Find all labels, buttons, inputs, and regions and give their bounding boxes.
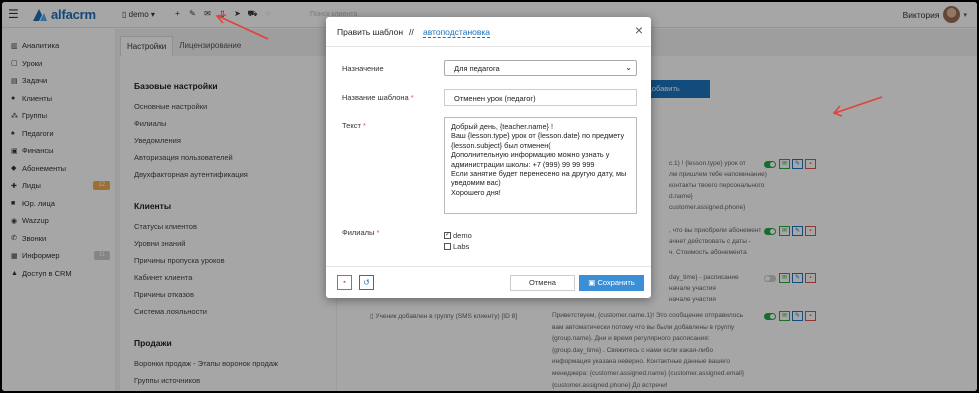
branch-checkbox-demo[interactable]: ✓ demo — [444, 230, 472, 241]
template-text-area[interactable]: Добрый день, {teacher.name} ! Ваш {lesso… — [444, 117, 637, 214]
required-mark: * — [376, 228, 380, 237]
save-button[interactable]: ▣ Сохранить — [579, 275, 644, 291]
branches-checkboxes: ✓ demo Labs — [444, 230, 472, 252]
purpose-select[interactable]: Для педагога ⌄ — [444, 60, 637, 76]
cancel-button[interactable]: Отмена — [510, 275, 575, 291]
branch-checkbox-labs[interactable]: Labs — [444, 241, 472, 252]
close-icon[interactable]: × — [635, 22, 643, 38]
text-label: Текст * — [342, 121, 366, 130]
save-icon: ▣ — [588, 278, 596, 287]
modal-title: Править шаблон — [337, 27, 404, 37]
name-label: Название шаблона * — [342, 93, 414, 102]
required-mark: * — [410, 93, 414, 102]
annotation-arrow-top — [215, 14, 269, 40]
chevron-down-icon: ⌄ — [625, 63, 632, 72]
purpose-value: Для педагога — [454, 64, 500, 73]
title-separator: // — [409, 27, 414, 37]
modal-footer: ▪ ↺ Отмена ▣ Сохранить — [326, 266, 651, 298]
checkbox-empty-icon — [444, 243, 451, 250]
required-mark: * — [362, 121, 366, 130]
modal-header: Править шаблон // автоподстановка × — [326, 17, 651, 47]
delete-button[interactable]: ▪ — [337, 275, 352, 290]
template-name-field[interactable]: Отменен урок (педагог) — [444, 89, 637, 106]
branches-label: Филиалы * — [342, 228, 380, 237]
annotation-arrow-right — [832, 96, 883, 117]
undo-icon: ↺ — [363, 278, 370, 287]
trash-icon: ▪ — [343, 279, 346, 286]
edit-template-modal: Править шаблон // автоподстановка × Назн… — [326, 17, 651, 298]
autosubstitution-link[interactable]: автоподстановка — [423, 27, 491, 38]
purpose-label: Назначение — [342, 64, 384, 73]
checkbox-checked-icon: ✓ — [444, 232, 451, 239]
app-frame: ☰ alfacrm ▯ demo ▾ + ✎ ✉ ▯ ➤ ⛟ ○ Поиск к… — [2, 2, 977, 391]
reset-button[interactable]: ↺ — [359, 275, 374, 290]
